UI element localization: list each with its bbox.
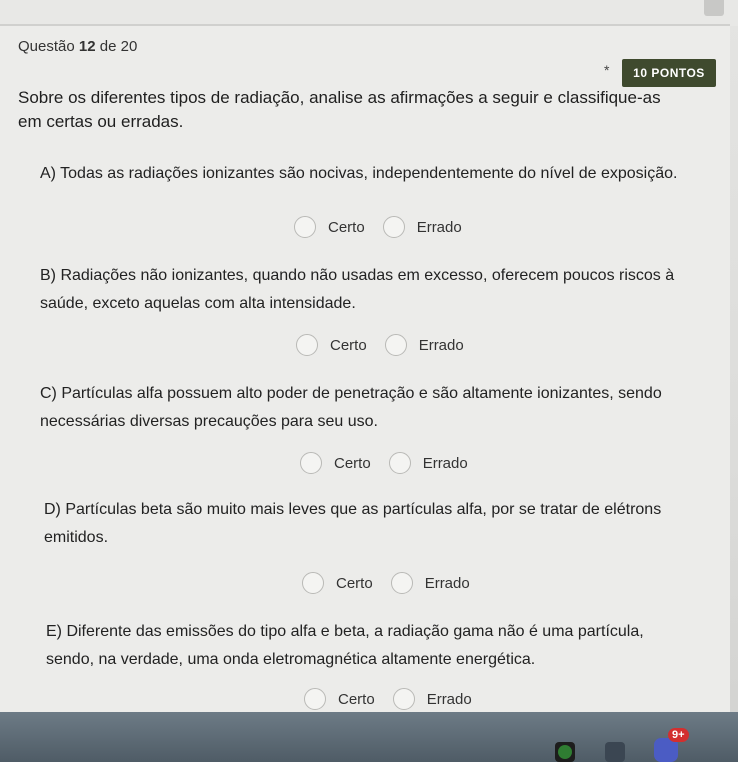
item-c-certo-radio[interactable] xyxy=(300,452,322,474)
notification-badge: 9+ xyxy=(668,728,689,742)
item-b-errado-label[interactable]: Errado xyxy=(419,337,464,354)
item-d-errado-radio[interactable] xyxy=(390,572,413,594)
item-c-errado-label[interactable]: Errado xyxy=(423,455,468,472)
item-b-text: B) Radiações não ionizantes, quando não … xyxy=(40,267,675,312)
question-statement: Sobre os diferentes tipos de radiação, a… xyxy=(18,88,661,131)
xbox-icon[interactable] xyxy=(555,742,575,762)
item-a-errado-label[interactable]: Errado xyxy=(417,219,462,236)
item-d-errado-label[interactable]: Errado xyxy=(425,575,470,592)
item-a-errado-radio[interactable] xyxy=(382,216,405,238)
item-c-text: C) Partículas alfa possuem alto poder de… xyxy=(40,385,662,430)
item-e-certo-radio[interactable] xyxy=(304,688,326,710)
required-asterisk: * xyxy=(604,62,610,78)
item-e-certo-label[interactable]: Certo xyxy=(338,691,375,708)
item-a-certo-label[interactable]: Certo xyxy=(328,219,365,236)
item-b-certo-label[interactable]: Certo xyxy=(330,337,367,354)
item-e-errado-label[interactable]: Errado xyxy=(427,691,472,708)
top-bar xyxy=(0,0,738,26)
top-scroll-handle[interactable] xyxy=(704,0,724,16)
question-prefix: Questão xyxy=(18,38,75,55)
item-a-certo-radio[interactable] xyxy=(294,216,316,238)
points-badge: 10 PONTOS xyxy=(622,59,716,87)
item-c-options: Certo Errado xyxy=(300,452,468,474)
item-b-certo-radio[interactable] xyxy=(296,334,318,356)
game-icon[interactable] xyxy=(605,742,625,762)
item-e-text: E) Diferente das emissões do tipo alfa e… xyxy=(46,623,644,668)
item-d-options: Certo Errado xyxy=(302,572,470,594)
item-e-errado-radio[interactable] xyxy=(392,688,415,710)
item-a-text: A) Todas as radiações ionizantes são noc… xyxy=(40,165,678,182)
taskbar xyxy=(0,712,738,762)
item-c-certo-label[interactable]: Certo xyxy=(334,455,371,472)
question-suffix: de 20 xyxy=(99,38,138,55)
item-b-options: Certo Errado xyxy=(296,334,464,356)
item-b-errado-radio[interactable] xyxy=(384,334,407,356)
item-d-certo-radio[interactable] xyxy=(302,572,324,594)
screen: Questão 12 de 20 * 10 PONTOS Sobre os di… xyxy=(0,0,738,762)
question-number: 12 xyxy=(78,38,96,55)
item-c-errado-radio[interactable] xyxy=(388,452,411,474)
item-a-options: Certo Errado xyxy=(294,216,462,238)
item-d-text: D) Partículas beta são muito mais leves … xyxy=(44,501,662,546)
item-d-certo-label[interactable]: Certo xyxy=(336,575,373,592)
question-counter: Questão 12 de 20 xyxy=(18,38,137,55)
item-e-options: Certo Errado xyxy=(304,688,472,710)
